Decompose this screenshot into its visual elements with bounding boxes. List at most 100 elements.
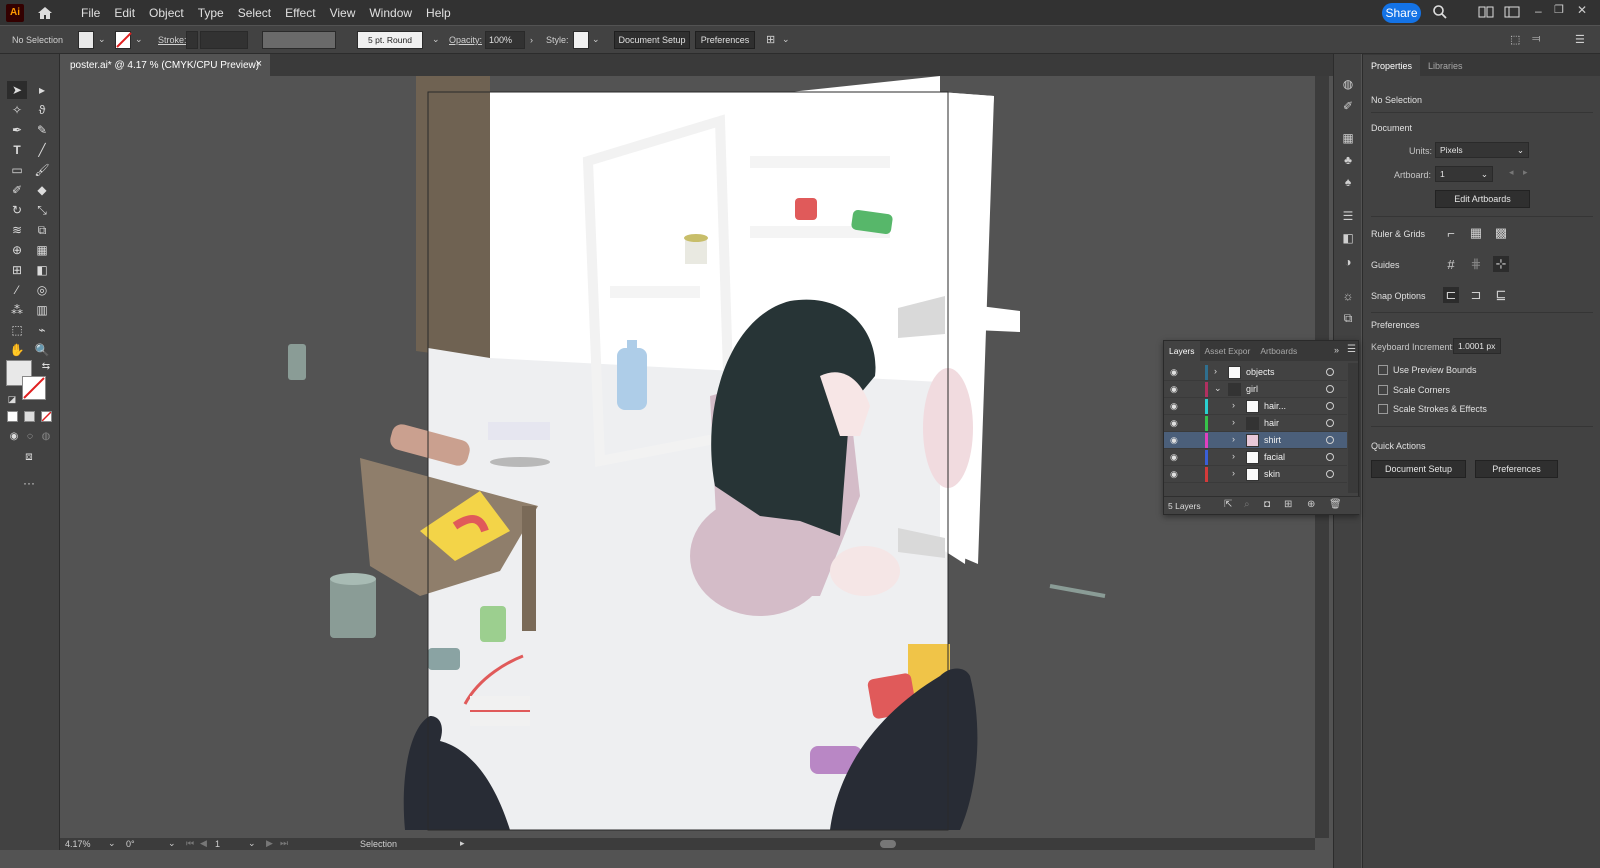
layer-row[interactable]: ◉ ⌄ girl: [1164, 381, 1347, 398]
target-icon[interactable]: [1326, 436, 1334, 444]
visibility-eye-icon[interactable]: ◉: [1170, 401, 1178, 412]
scroll-thumb[interactable]: [880, 840, 896, 848]
draw-inside-icon[interactable]: ◍: [36, 427, 56, 445]
line-tool-icon[interactable]: ╱: [32, 141, 52, 159]
document-tab[interactable]: poster.ai* @ 4.17 % (CMYK/CPU Preview) ×: [60, 54, 270, 76]
selection-tool-icon[interactable]: ➤: [7, 81, 27, 99]
tab-properties[interactable]: Properties: [1363, 55, 1421, 76]
appearance-icon[interactable]: ☼: [1340, 288, 1356, 304]
column-graph-tool-icon[interactable]: ▥: [32, 301, 52, 319]
minimize-icon[interactable]: –: [1535, 4, 1542, 18]
paintbrush-tool-icon[interactable]: 🖌: [32, 161, 52, 179]
slice-tool-icon[interactable]: ⌁: [32, 321, 52, 339]
symbol-sprayer-tool-icon[interactable]: ⁂: [7, 301, 27, 319]
first-artboard-icon[interactable]: ⏮: [186, 838, 194, 849]
align-right-icon[interactable]: ⫤: [1532, 33, 1540, 46]
trash-icon[interactable]: 🗑: [1329, 499, 1342, 510]
hand-tool-icon[interactable]: ✋: [7, 341, 27, 359]
snap-to-glyph-icon[interactable]: ⊑: [1493, 287, 1509, 303]
share-button[interactable]: Share: [1382, 3, 1421, 23]
menu-window[interactable]: Window: [362, 6, 419, 20]
collapse-panel-icon[interactable]: »: [1334, 345, 1339, 355]
arrange-documents-icon[interactable]: [1478, 4, 1494, 20]
rectangle-tool-icon[interactable]: ▭: [7, 161, 27, 179]
target-icon[interactable]: [1326, 470, 1334, 478]
stroke-swatch[interactable]: [115, 31, 132, 49]
artboard-select[interactable]: 1 ⌄: [1435, 166, 1493, 182]
menu-edit[interactable]: Edit: [107, 6, 142, 20]
brush-definition[interactable]: 5 pt. Round: [357, 31, 423, 49]
graphic-style-swatch[interactable]: [573, 31, 589, 49]
color-guide-icon[interactable]: ◍: [1340, 76, 1356, 92]
stroke-color-swatch[interactable]: [22, 376, 46, 400]
chevron-down-icon[interactable]: ⌄: [1214, 383, 1222, 394]
opacity-field[interactable]: 100%: [485, 31, 525, 49]
tab-libraries[interactable]: Libraries: [1420, 61, 1471, 76]
transparency-icon[interactable]: ◑: [1340, 254, 1356, 270]
artboard-tool-icon[interactable]: ⬚: [7, 321, 27, 339]
symbols-icon[interactable]: ♣: [1340, 152, 1356, 168]
canvas[interactable]: [60, 76, 1315, 838]
layer-row-selected[interactable]: ◉ › shirt: [1164, 432, 1347, 449]
menu-object[interactable]: Object: [142, 6, 191, 20]
smart-guides-icon[interactable]: ⊹: [1493, 256, 1509, 272]
keyboard-increment-field[interactable]: 1.0001 px: [1453, 338, 1501, 354]
scale-corners-checkbox[interactable]: [1378, 385, 1388, 395]
ruler-icon[interactable]: ⌐: [1443, 225, 1459, 241]
edit-artboards-button[interactable]: Edit Artboards: [1435, 190, 1530, 208]
swap-fill-stroke-icon[interactable]: ⇆: [36, 357, 56, 375]
mesh-tool-icon[interactable]: ⊞: [7, 261, 27, 279]
graphic-styles-icon[interactable]: ♠: [1340, 174, 1356, 190]
chevron-down-icon[interactable]: ⌄: [782, 34, 790, 45]
target-icon[interactable]: [1326, 402, 1334, 410]
stroke-panel-icon[interactable]: ☰: [1340, 208, 1356, 224]
chevron-right-icon[interactable]: ›: [1232, 434, 1235, 444]
fill-swatch[interactable]: [78, 31, 94, 49]
tab-artboards[interactable]: Artboards: [1255, 346, 1302, 361]
menu-select[interactable]: Select: [231, 6, 278, 20]
chevron-right-icon[interactable]: ▸: [460, 838, 465, 849]
chevron-down-icon[interactable]: ⌄: [108, 838, 116, 849]
search-icon[interactable]: [1432, 4, 1448, 20]
zoom-level[interactable]: 4.17%: [65, 839, 91, 849]
show-guides-icon[interactable]: #: [1443, 256, 1459, 272]
preferences-button[interactable]: Preferences: [1475, 460, 1558, 478]
locate-object-icon[interactable]: ⌕: [1244, 499, 1250, 510]
document-setup-button[interactable]: Document Setup: [614, 31, 690, 49]
home-icon[interactable]: [36, 4, 54, 22]
scale-strokes-checkbox[interactable]: [1378, 404, 1388, 414]
menu-effect[interactable]: Effect: [278, 6, 322, 20]
new-layer-icon[interactable]: ⊕: [1307, 499, 1315, 510]
snap-to-point-icon[interactable]: ⊏: [1443, 287, 1459, 303]
width-tool-icon[interactable]: ≋: [7, 221, 27, 239]
chevron-right-icon[interactable]: ›: [1214, 366, 1217, 376]
lock-guides-icon[interactable]: ⋕: [1468, 256, 1484, 272]
snap-to-pixel-icon[interactable]: ⊐: [1468, 287, 1484, 303]
stroke-label[interactable]: Stroke:: [158, 35, 187, 45]
opacity-label[interactable]: Opacity:: [449, 35, 482, 45]
shaper-tool-icon[interactable]: ✐: [7, 181, 27, 199]
previous-artboard-icon[interactable]: ◂: [1509, 167, 1514, 178]
layer-row[interactable]: ◉ › objects: [1164, 364, 1347, 381]
visibility-eye-icon[interactable]: ◉: [1170, 367, 1178, 378]
direct-selection-tool-icon[interactable]: ▸: [32, 81, 52, 99]
chevron-right-icon[interactable]: ›: [1232, 400, 1235, 410]
horizontal-scrollbar[interactable]: [480, 838, 1315, 850]
chevron-down-icon[interactable]: ⌄: [98, 34, 106, 45]
layers-scrollbar[interactable]: [1348, 363, 1358, 493]
type-tool-icon[interactable]: T: [7, 141, 27, 159]
rotate-tool-icon[interactable]: ↻: [7, 201, 27, 219]
restore-icon[interactable]: ❐: [1554, 3, 1564, 16]
transparency-grid-icon[interactable]: ▩: [1493, 225, 1509, 241]
pen-tool-icon[interactable]: ✒: [7, 121, 27, 139]
tab-asset-export[interactable]: Asset Expor: [1200, 346, 1256, 361]
transform-icon[interactable]: ⬚: [1510, 33, 1520, 46]
eraser-tool-icon[interactable]: ◆: [32, 181, 52, 199]
menu-icon[interactable]: ☰: [1575, 33, 1585, 46]
chevron-right-icon[interactable]: ›: [1232, 417, 1235, 427]
blend-tool-icon[interactable]: ◎: [32, 281, 52, 299]
curvature-tool-icon[interactable]: ✎: [32, 121, 52, 139]
visibility-eye-icon[interactable]: ◉: [1170, 452, 1178, 463]
close-window-icon[interactable]: ✕: [1577, 3, 1587, 17]
more-tools-icon[interactable]: ···: [19, 474, 39, 492]
